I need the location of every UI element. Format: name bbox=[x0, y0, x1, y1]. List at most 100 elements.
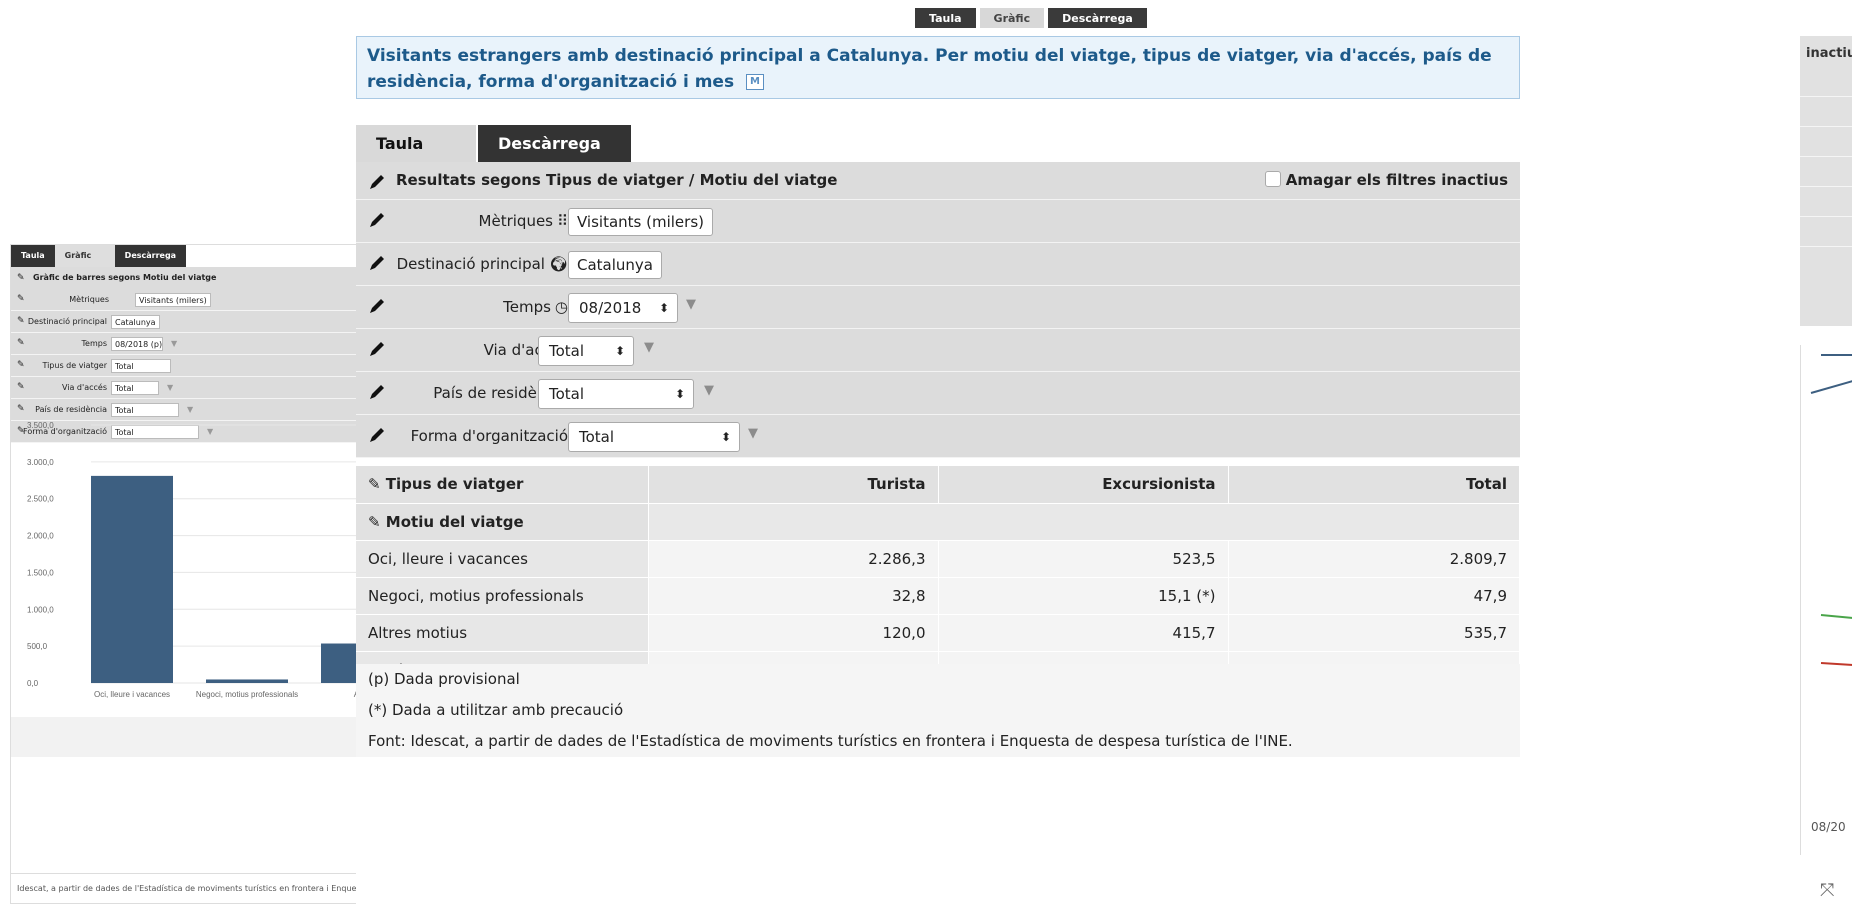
right-filter-label: inactius bbox=[1806, 46, 1852, 61]
organization-select[interactable]: Total ⬍ bbox=[568, 422, 740, 452]
hide-inactive-filters-checkbox[interactable]: Amagar els filtres inactius bbox=[1264, 171, 1508, 189]
bg-tab-descarrega[interactable]: Descàrrega bbox=[1048, 8, 1147, 28]
y-tick-label: 1.500,0 bbox=[27, 568, 54, 577]
pencil-icon[interactable]: ✎ bbox=[17, 360, 25, 370]
bg-tab-taula[interactable]: Taula bbox=[915, 8, 976, 28]
table-row: Oci, lleure i vacances 2.286,3 523,5 2.8… bbox=[356, 540, 1520, 578]
table-notes: (p) Dada provisional (*) Dada a utilitza… bbox=[356, 664, 1520, 757]
main-tabs: Taula Descàrrega bbox=[356, 125, 631, 162]
left-access-select[interactable]: Total bbox=[111, 381, 159, 395]
pencil-icon[interactable]: ✎ bbox=[17, 382, 25, 392]
data-table: ✎ Tipus de viatger Turista Excursionista… bbox=[356, 466, 1520, 689]
panel-header: Resultats segons Tipus de viatger / Moti… bbox=[356, 162, 1520, 200]
filter-icon[interactable]: ▼ bbox=[686, 297, 696, 312]
filter-row-destination: Destinació principal 🌍︎ Catalunya bbox=[356, 243, 1520, 286]
background-right-chart: 08/20 bbox=[1800, 345, 1852, 855]
left-row-label: Tipus de viatger bbox=[42, 361, 107, 370]
pencil-icon[interactable]: ✎ bbox=[17, 294, 25, 304]
metrics-label: Mètriques ⠿ bbox=[478, 212, 568, 230]
table-row-header-row: ✎ Motiu del viatge bbox=[356, 503, 1520, 541]
chevron-updown-icon: ⬍ bbox=[658, 301, 669, 315]
time-select[interactable]: 08/2018 (p)⬍ bbox=[568, 293, 678, 345]
left-tab-descarrega[interactable]: Descàrrega bbox=[114, 245, 187, 267]
pencil-icon[interactable]: ✎ bbox=[17, 316, 25, 326]
filter-row-metrics: Mètriques ⠿ Visitants (milers) bbox=[356, 200, 1520, 243]
col-header: Total bbox=[1228, 466, 1520, 504]
expand-icon[interactable]: ⤧ bbox=[1820, 880, 1834, 901]
right-chart-lines bbox=[1810, 354, 1852, 666]
table-cell: 523,5 bbox=[938, 540, 1229, 578]
left-row-label: Mètriques bbox=[69, 295, 109, 304]
tab-descarrega[interactable]: Descàrrega bbox=[478, 125, 631, 162]
background-tabs: Taula Gràfic Descàrrega bbox=[915, 8, 1147, 28]
row-header-dimension[interactable]: ✎ Motiu del viatge bbox=[356, 503, 649, 541]
tab-taula[interactable]: Taula bbox=[356, 125, 476, 162]
left-traveler-select[interactable]: Total bbox=[111, 359, 171, 373]
row-label: Oci, lleure i vacances bbox=[356, 540, 649, 578]
filter-row-organization: Forma d'organització Total ⬍ ▼ bbox=[356, 415, 1520, 458]
pencil-icon[interactable] bbox=[368, 383, 386, 401]
pencil-icon[interactable] bbox=[368, 297, 386, 315]
table-cell: 32,8 bbox=[648, 577, 939, 615]
col-header-dimension[interactable]: ✎ Tipus de viatger bbox=[356, 466, 649, 504]
empty-header-cell bbox=[648, 503, 1520, 541]
left-tab-grafic[interactable]: Gràfic bbox=[54, 245, 115, 267]
filter-icon[interactable]: ▼ bbox=[704, 383, 714, 398]
metrics-icon: ⠿ bbox=[557, 212, 568, 230]
right-axis-label: 08/20 bbox=[1811, 820, 1846, 834]
table-cell: 535,7 bbox=[1228, 614, 1520, 652]
col-header: Turista bbox=[648, 466, 939, 504]
hide-inactive-filters-label: Amagar els filtres inactius bbox=[1285, 171, 1508, 189]
filter-icon[interactable]: ▼ bbox=[167, 383, 173, 392]
bar[interactable] bbox=[91, 475, 173, 683]
chevron-updown-icon: ⬍ bbox=[720, 430, 731, 444]
table-cell: 120,0 bbox=[648, 614, 939, 652]
left-metrics-button[interactable]: Visitants (milers) bbox=[135, 293, 211, 307]
x-tick-label: Negoci, motius professionals bbox=[196, 690, 298, 699]
bg-tab-grafic[interactable]: Gràfic bbox=[979, 8, 1045, 28]
left-tab-taula[interactable]: Taula bbox=[11, 245, 55, 267]
pencil-icon[interactable] bbox=[368, 254, 386, 272]
globe-icon: 🌍︎ bbox=[548, 255, 568, 273]
note-source: Font: Idescat, a partir de dades de l'Es… bbox=[368, 732, 1293, 750]
main-panel: Visitants estrangers amb destinació prin… bbox=[356, 36, 1520, 910]
pencil-icon[interactable] bbox=[368, 211, 386, 229]
page-title: Visitants estrangers amb destinació prin… bbox=[356, 36, 1520, 99]
row-label: Altres motius bbox=[356, 614, 649, 652]
pencil-icon[interactable]: ✎ bbox=[17, 267, 25, 289]
pencil-icon[interactable]: ✎ bbox=[17, 338, 25, 348]
pencil-icon[interactable] bbox=[368, 340, 386, 358]
y-tick-label: 3.000,0 bbox=[27, 458, 54, 467]
left-destination-button[interactable]: Catalunya bbox=[111, 315, 160, 329]
panel-title: Resultats segons Tipus de viatger / Moti… bbox=[396, 171, 838, 189]
page-title-text: Visitants estrangers amb destinació prin… bbox=[367, 46, 1492, 92]
pencil-icon[interactable] bbox=[368, 173, 386, 191]
y-tick-label: 0,0 bbox=[27, 679, 39, 688]
table-cell: 2.809,7 bbox=[1228, 540, 1520, 578]
table-row: Negoci, motius professionals 32,8 15,1 (… bbox=[356, 577, 1520, 615]
filter-row-residence: País de residència Total ⬍ ▼ bbox=[356, 372, 1520, 415]
metadata-icon[interactable]: M bbox=[746, 74, 765, 90]
chevron-updown-icon: ⬍ bbox=[674, 387, 685, 401]
filter-icon[interactable]: ▼ bbox=[644, 340, 654, 355]
access-select[interactable]: Total ⬍ bbox=[538, 336, 634, 366]
filter-icon[interactable]: ▼ bbox=[171, 339, 177, 348]
background-right-panel: inactius bbox=[1800, 36, 1852, 326]
destination-button[interactable]: Catalunya bbox=[568, 251, 662, 279]
note-provisional: (p) Dada provisional bbox=[368, 670, 520, 688]
table-cell: 47,9 bbox=[1228, 577, 1520, 615]
metrics-button[interactable]: Visitants (milers) bbox=[568, 208, 713, 236]
filter-row-time: Temps◷ 08/2018 (p)⬍ ▼ bbox=[356, 286, 1520, 345]
col-header: Excursionista bbox=[938, 466, 1229, 504]
filter-icon[interactable]: ▼ bbox=[748, 426, 758, 441]
filters-panel: Resultats segons Tipus de viatger / Moti… bbox=[356, 162, 1520, 458]
bar[interactable] bbox=[206, 679, 288, 683]
table-cell: 415,7 bbox=[938, 614, 1229, 652]
y-tick-label: 3.500,0 bbox=[27, 421, 54, 430]
residence-select[interactable]: Total ⬍ bbox=[538, 379, 694, 409]
table-row: Altres motius 120,0 415,7 535,7 bbox=[356, 614, 1520, 652]
pencil-icon[interactable] bbox=[368, 426, 386, 444]
chevron-updown-icon: ⬍ bbox=[614, 344, 625, 358]
left-time-select[interactable]: 08/2018 (p) bbox=[111, 337, 163, 351]
left-row-label: Destinació principal bbox=[27, 317, 107, 326]
